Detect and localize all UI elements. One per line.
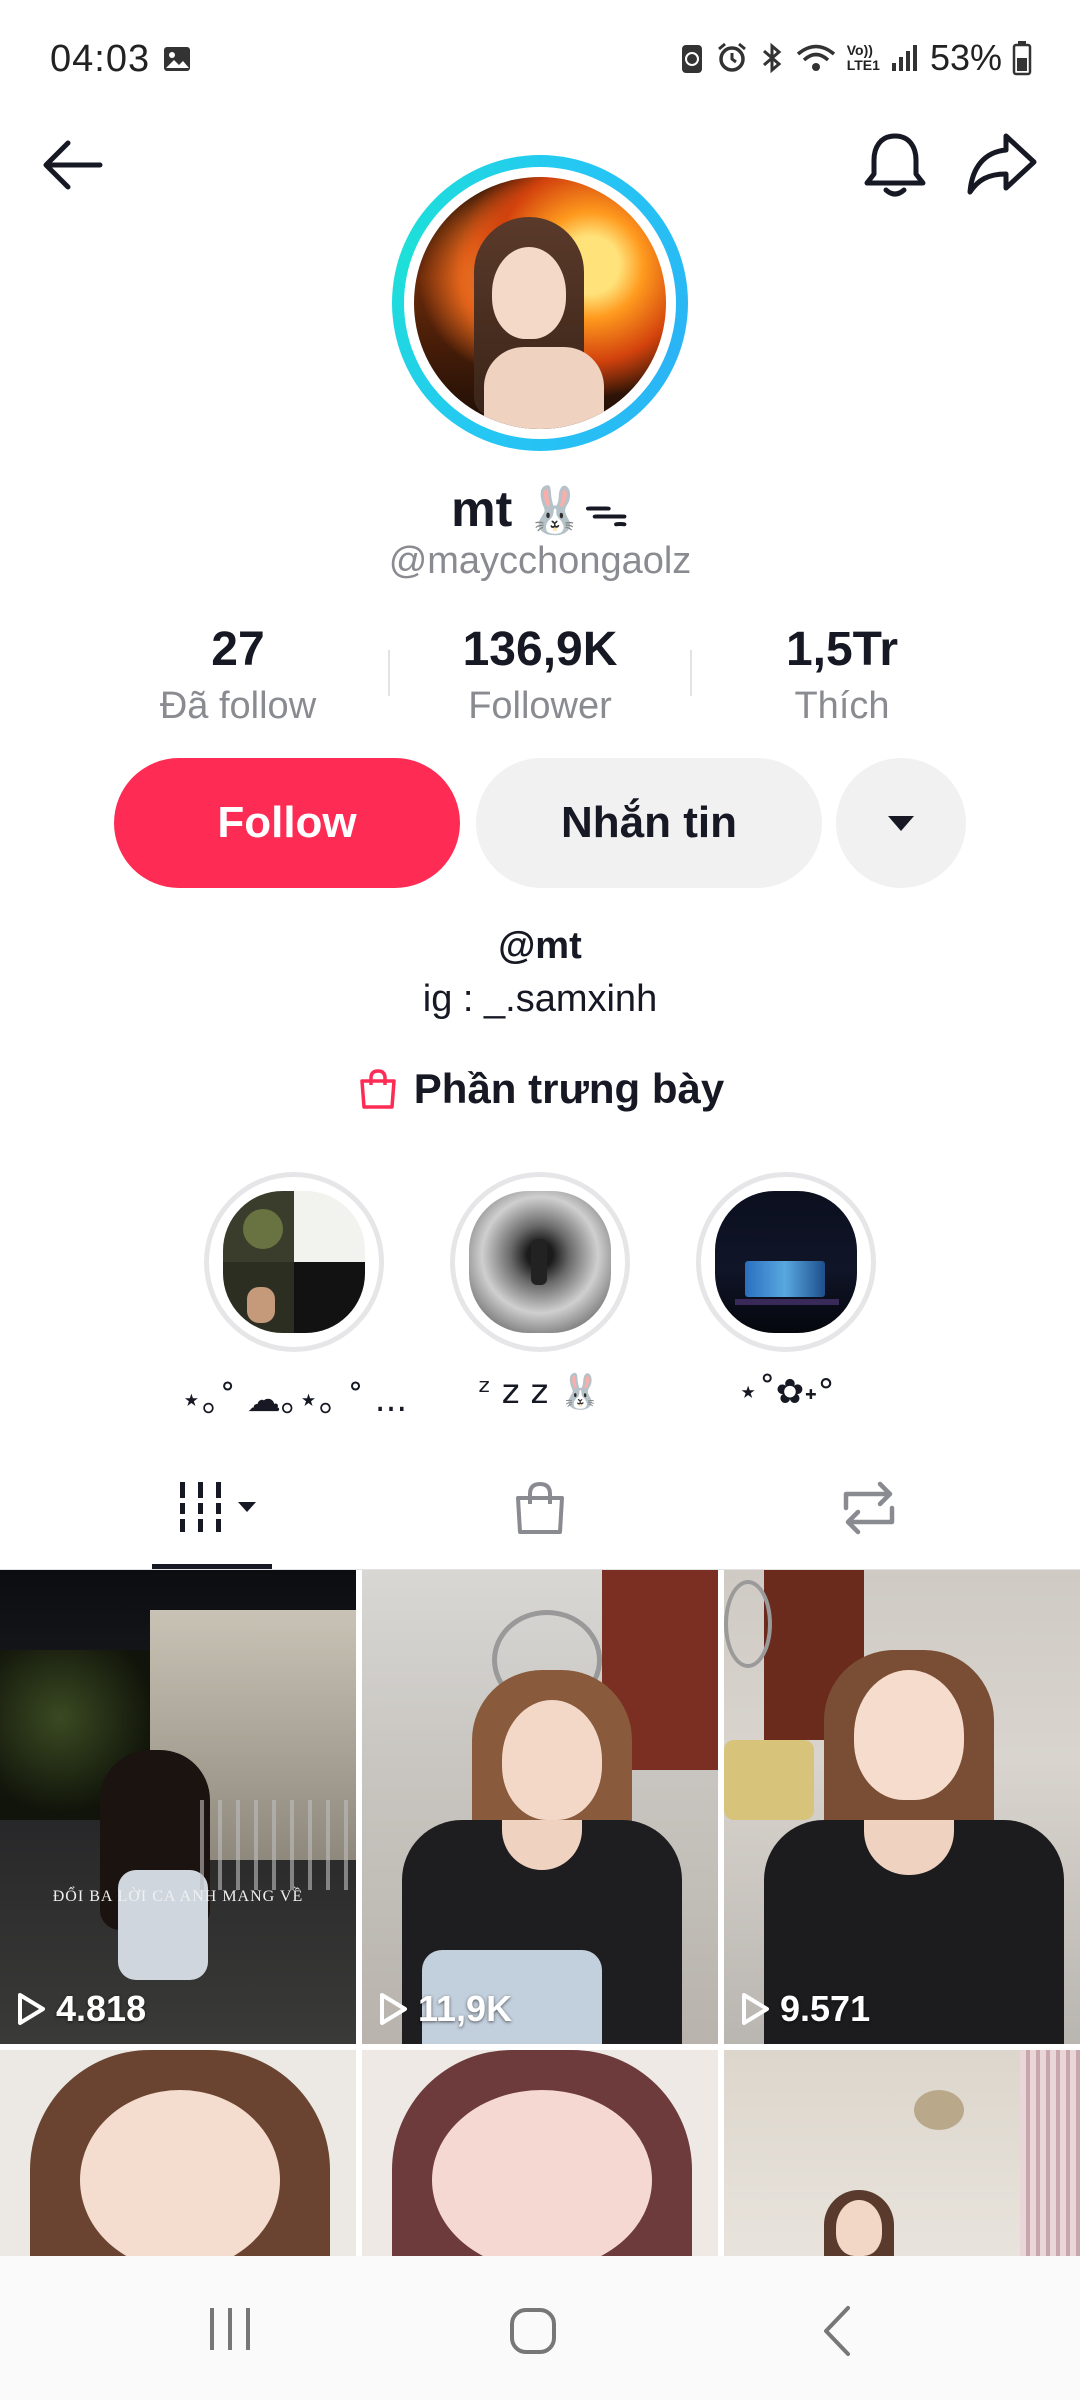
signal-icon	[891, 45, 917, 71]
system-nav-bar	[0, 2256, 1080, 2400]
tab-shop[interactable]	[510, 1478, 570, 1543]
wifi-icon	[796, 44, 835, 71]
highlight-item[interactable]	[696, 1172, 876, 1352]
stat-divider	[388, 650, 390, 696]
play-icon	[18, 1993, 45, 2025]
bluetooth-icon	[762, 42, 782, 74]
video-thumbnail[interactable]: 9.571	[724, 1570, 1080, 2044]
view-count-text: 4.818	[56, 1988, 147, 2029]
sync-icon	[681, 45, 702, 73]
highlight-label: ⋆｡˚ ☁︎｡⋆｡ ˚ ...	[180, 1380, 408, 1420]
play-icon	[742, 1993, 769, 2025]
display-name: mt 🐰ᯓ	[0, 478, 1080, 540]
display-name-text: mt	[451, 481, 513, 537]
view-count: 11,9K	[378, 1988, 512, 2030]
image-icon	[164, 47, 190, 71]
share-arrow-icon[interactable]	[964, 128, 1040, 198]
volte-top-text: Vo))	[846, 42, 873, 58]
username: @maycchongaolz	[388, 540, 692, 582]
status-time: 04:03	[50, 38, 151, 80]
highlight-item[interactable]	[450, 1172, 630, 1352]
more-options-button[interactable]	[836, 758, 966, 888]
battery-percent: 53%	[929, 37, 1002, 78]
follow-button[interactable]: Follow	[114, 758, 460, 888]
status-icons: Vo)) LTE1 53%	[679, 36, 1032, 80]
tab-videos[interactable]	[176, 1478, 266, 1543]
caret-down-icon	[888, 816, 914, 831]
stat-value: 136,9K	[462, 623, 618, 676]
battery-icon	[1012, 41, 1032, 76]
highlight-cover	[715, 1191, 857, 1333]
arrow-left-icon[interactable]	[38, 135, 108, 195]
highlight-cover	[469, 1191, 611, 1333]
avatar[interactable]	[392, 155, 688, 451]
stat-followers[interactable]: 136,9K Follower	[410, 622, 670, 728]
view-count-text: 11,9K	[418, 1988, 513, 2029]
bio-text: ig : _.samxinh	[422, 978, 658, 1020]
view-count: 4.818	[16, 1988, 146, 2030]
showcase-link[interactable]: Phần trưng bày	[0, 1065, 1080, 1113]
video-thumbnail[interactable]: 11,9K	[362, 1570, 718, 2044]
stat-divider	[690, 650, 692, 696]
shopping-bag-icon	[360, 1069, 396, 1109]
stat-label: Follower	[468, 685, 612, 727]
highlight-label: ⋆˚✿˖°	[737, 1372, 835, 1412]
grid-icon	[176, 1482, 256, 1532]
avatar-photo	[414, 177, 666, 429]
bell-icon[interactable]	[860, 128, 930, 200]
alarm-icon	[717, 42, 746, 72]
highlight-label: ᶻ z 𝗓 🐰	[478, 1372, 602, 1412]
home-icon[interactable]	[508, 2306, 558, 2356]
back-nav-icon[interactable]	[818, 2304, 858, 2358]
repost-icon	[843, 1481, 895, 1535]
stat-likes[interactable]: 1,5Tr Thích	[712, 622, 972, 728]
highlight-cover	[223, 1191, 365, 1333]
stat-value: 27	[211, 623, 265, 676]
rabbit-emoji: 🐰ᯓ	[526, 483, 629, 537]
stat-label: Thích	[794, 685, 890, 727]
stat-following[interactable]: 27 Đã follow	[108, 622, 368, 728]
bio-mention[interactable]: @mt	[0, 925, 1080, 968]
video-thumbnail[interactable]	[0, 2050, 356, 2256]
showcase-label: Phần trưng bày	[413, 1065, 725, 1112]
highlight-item[interactable]	[204, 1172, 384, 1352]
stat-label: Đã follow	[159, 685, 317, 727]
video-thumbnail[interactable]	[362, 2050, 718, 2256]
video-caption-overlay: ĐỔI BA LỜI CA ANH MANG VỀ	[52, 1888, 304, 1905]
recent-apps-icon[interactable]	[200, 2306, 260, 2352]
volte-icon: Vo)) LTE1	[847, 43, 880, 73]
tab-reposts[interactable]	[836, 1478, 902, 1543]
video-thumbnail[interactable]: ĐỔI BA LỜI CA ANH MANG VỀ 4.818	[0, 1570, 356, 2044]
video-thumbnail[interactable]	[724, 2050, 1080, 2256]
view-count-text: 9.571	[780, 1988, 871, 2029]
volte-bottom-text: LTE1	[846, 57, 880, 73]
shopping-bag-icon	[516, 1481, 564, 1534]
play-icon	[380, 1993, 407, 2025]
message-button[interactable]: Nhắn tin	[476, 758, 822, 888]
stat-value: 1,5Tr	[785, 623, 899, 676]
view-count: 9.571	[740, 1988, 870, 2030]
